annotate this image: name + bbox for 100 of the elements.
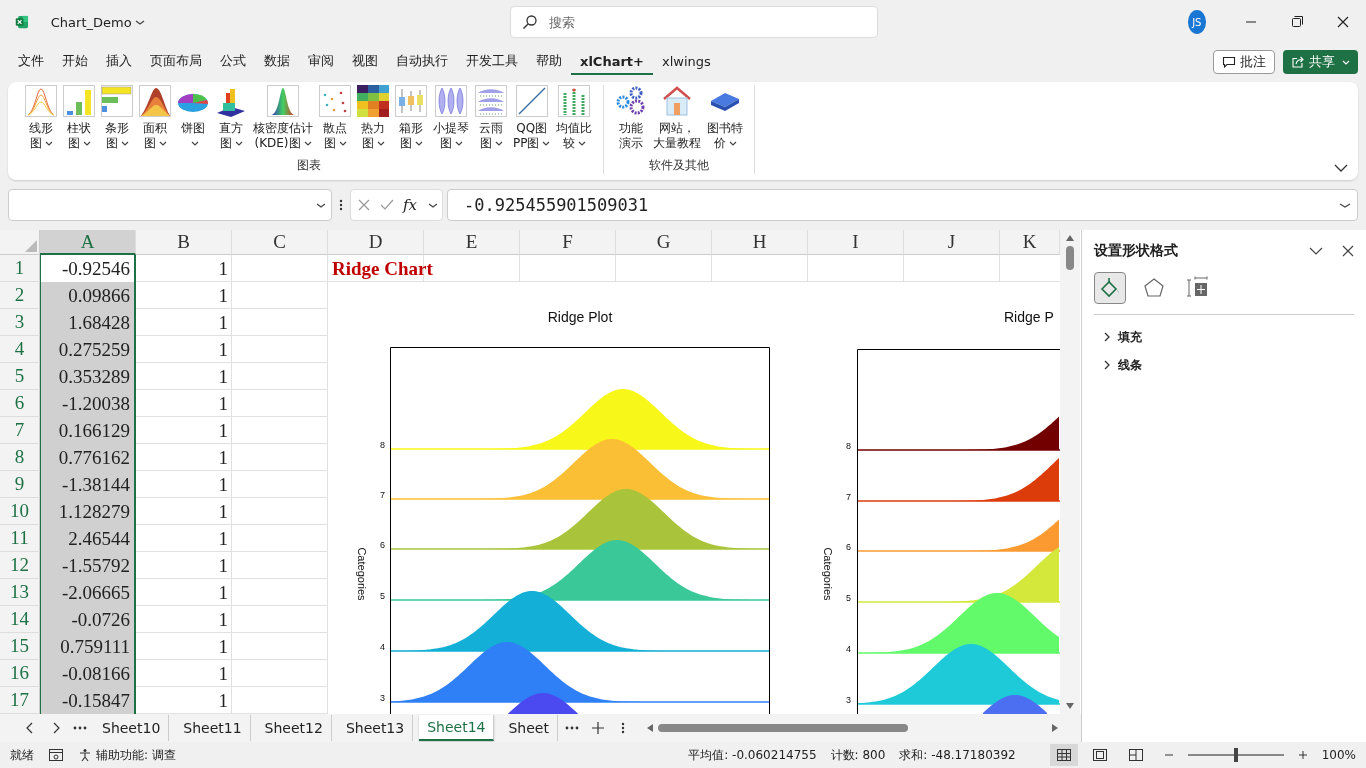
row-header[interactable]: 12	[0, 552, 40, 579]
ribbon-button[interactable]: 饼图	[174, 85, 212, 157]
row-header[interactable]: 17	[0, 687, 40, 714]
row-header[interactable]: 14	[0, 606, 40, 633]
column-header[interactable]: K	[1000, 230, 1060, 255]
row-header[interactable]: 2	[0, 282, 40, 309]
ribbon-button[interactable]: 热力 图	[354, 85, 392, 157]
section-toggle[interactable]: 线条	[1094, 351, 1354, 379]
file-name-button[interactable]: Chart_Demo	[50, 14, 145, 30]
row-header[interactable]: 10	[0, 498, 40, 525]
ribbon-tab[interactable]: xlChart+	[571, 49, 653, 75]
row-header[interactable]: 11	[0, 525, 40, 552]
column-header[interactable]: E	[424, 230, 520, 255]
sheet-tab[interactable]: Sheet14	[419, 715, 495, 741]
ribbon-tab[interactable]: xlwings	[652, 49, 720, 75]
ribbon-tab[interactable]: 视图	[343, 49, 387, 75]
page-break-icon	[1127, 748, 1144, 762]
name-box-field[interactable]	[8, 189, 332, 221]
row-header[interactable]: 8	[0, 444, 40, 471]
ribbon-button[interactable]: 散点 图	[316, 85, 354, 157]
row-header[interactable]: 13	[0, 579, 40, 606]
row-header[interactable]: 6	[0, 390, 40, 417]
scrollbar-thumb[interactable]	[1066, 246, 1074, 270]
ribbon-button[interactable]: 网站， 大量教程	[650, 85, 705, 157]
zoom-percent[interactable]: 100%	[1321, 748, 1356, 762]
formula-field[interactable]: -0.925455901509031	[447, 189, 1358, 221]
row-header[interactable]: 1	[0, 255, 40, 282]
ribbon-tab[interactable]: 帮助	[527, 49, 571, 75]
column-header[interactable]: H	[712, 230, 808, 255]
ribbon-button[interactable]: 柱状 图	[60, 85, 98, 157]
spreadsheet-app-icon[interactable]	[15, 13, 29, 31]
scroll-up-icon[interactable]	[1065, 234, 1075, 242]
row-header[interactable]: 3	[0, 309, 40, 336]
collapse-pane-icon[interactable]	[1308, 246, 1324, 256]
row-header[interactable]: 16	[0, 660, 40, 687]
check-icon[interactable]	[379, 198, 395, 212]
more-sheets-icon[interactable]	[563, 725, 580, 731]
ribbon-tab[interactable]: 公式	[211, 49, 255, 75]
more-sheets-icon[interactable]	[72, 725, 88, 731]
ribbon-tab[interactable]: 文件	[9, 49, 53, 75]
ribbon-tab[interactable]: 开发工具	[457, 49, 527, 75]
section-toggle[interactable]: 填充	[1094, 323, 1354, 351]
ribbon-button[interactable]: 条形 图	[98, 85, 136, 157]
zoom-in-icon[interactable]	[1297, 750, 1308, 760]
ribbon-button[interactable]: 箱形 图	[392, 85, 430, 157]
ribbon-tab[interactable]: 审阅	[299, 49, 343, 75]
share-button[interactable]: 共享	[1283, 50, 1358, 74]
ribbon-button[interactable]: QQ图 PP图	[510, 85, 554, 157]
column-header[interactable]: F	[520, 230, 616, 255]
more-options-icon[interactable]	[338, 198, 344, 212]
row-header[interactable]: 5	[0, 363, 40, 390]
ribbon-tab[interactable]: 自动执行	[387, 49, 457, 75]
scroll-left-icon[interactable]	[645, 723, 654, 733]
scroll-down-icon[interactable]	[1065, 702, 1075, 710]
sheet-tab[interactable]: Sheet10	[94, 715, 170, 741]
ribbon-tab[interactable]: 插入	[97, 49, 141, 75]
scrollbar-thumb[interactable]	[657, 724, 908, 732]
slider-thumb[interactable]	[1233, 748, 1238, 762]
ribbon-button[interactable]: 图书特 价	[704, 85, 747, 157]
cancel-icon[interactable]	[357, 198, 371, 212]
ribbon-button[interactable]: 云雨 图	[472, 85, 510, 157]
ribbon-button[interactable]: 线形 图	[22, 85, 60, 157]
accessibility-button[interactable]: 辅助功能: 调查	[78, 746, 176, 764]
sheet-tab[interactable]: Sheet13	[337, 715, 414, 741]
comments-button[interactable]: 批注	[1213, 50, 1275, 74]
row-header[interactable]: 9	[0, 471, 40, 498]
view-button[interactable]	[1049, 744, 1078, 766]
row-header[interactable]: 7	[0, 417, 40, 444]
ribbon-button[interactable]: 面积 图	[136, 85, 174, 157]
sheet-tab[interactable]: Sheet	[500, 715, 558, 741]
search-field[interactable]: 搜索	[509, 6, 878, 38]
dot-strip-icon	[558, 85, 591, 117]
column-header[interactable]: D	[328, 230, 424, 255]
row-header[interactable]: 4	[0, 336, 40, 363]
column-header[interactable]: A	[40, 230, 136, 255]
column-header[interactable]: B	[136, 230, 232, 255]
scroll-right-icon[interactable]	[1051, 723, 1059, 733]
ribbon-tab[interactable]: 开始	[53, 49, 97, 75]
ribbon-tab[interactable]: 页面布局	[141, 49, 211, 75]
ribbon-button[interactable]: 直方 图	[212, 85, 250, 157]
row-header[interactable]: 15	[0, 633, 40, 660]
column-header[interactable]: G	[616, 230, 712, 255]
sheet-tab[interactable]: Sheet11	[175, 715, 251, 741]
table-cell-text: 1	[217, 256, 229, 281]
user-avatar[interactable]: JS	[1187, 10, 1206, 34]
status-text: 求和: -48.17180392	[899, 746, 1016, 764]
ribbon-button[interactable]: 功能 演示	[612, 85, 651, 157]
close-icon[interactable]	[1342, 245, 1354, 257]
column-header[interactable]: J	[904, 230, 1000, 255]
sheet-tab[interactable]: Sheet12	[256, 715, 332, 741]
column-header[interactable]: C	[232, 230, 328, 255]
ribbon-button[interactable]: 核密度估计 (KDE)图	[250, 85, 316, 157]
ribbon-button[interactable]: 均值比 较	[553, 85, 596, 157]
format-tab[interactable]	[1094, 272, 1126, 304]
column-header[interactable]: I	[808, 230, 904, 255]
ribbon-button[interactable]: 小提琴 图	[430, 85, 472, 157]
insert-function-button[interactable]: fx	[403, 196, 417, 214]
ribbon-tab[interactable]: 数据	[255, 49, 299, 75]
collapse-ribbon-icon[interactable]	[1334, 164, 1348, 172]
macro-recording-icon[interactable]	[48, 748, 64, 762]
